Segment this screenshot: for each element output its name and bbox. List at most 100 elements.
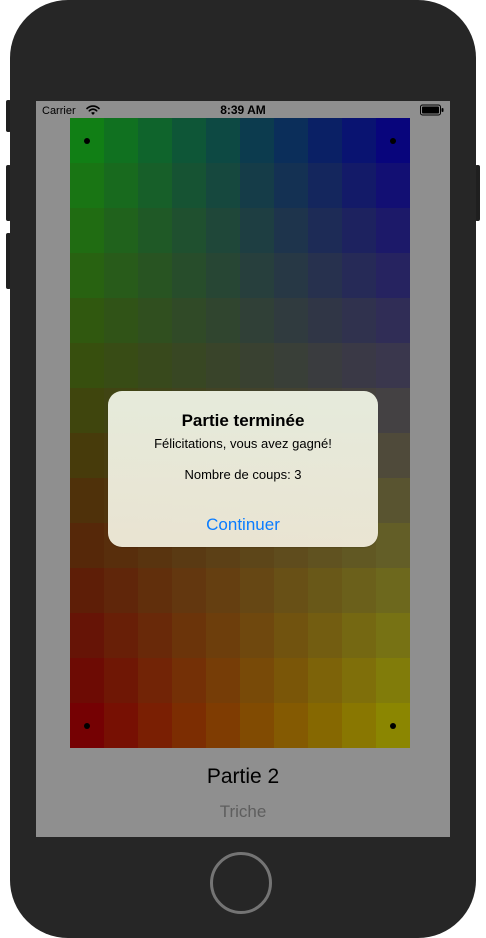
color-tile[interactable]	[104, 658, 138, 703]
color-tile[interactable]	[70, 613, 104, 658]
color-tile[interactable]	[70, 298, 104, 343]
color-tile[interactable]	[70, 568, 104, 613]
color-tile[interactable]	[70, 118, 104, 163]
color-tile[interactable]	[240, 118, 274, 163]
color-tile[interactable]	[376, 118, 410, 163]
color-tile[interactable]	[138, 118, 172, 163]
color-tile[interactable]	[308, 253, 342, 298]
color-tile[interactable]	[172, 703, 206, 748]
color-tile[interactable]	[376, 613, 410, 658]
color-tile[interactable]	[240, 568, 274, 613]
color-tile[interactable]	[376, 478, 410, 523]
color-tile[interactable]	[206, 118, 240, 163]
color-tile[interactable]	[70, 478, 104, 523]
color-tile[interactable]	[308, 208, 342, 253]
color-tile[interactable]	[172, 163, 206, 208]
color-tile[interactable]	[342, 298, 376, 343]
color-tile[interactable]	[172, 253, 206, 298]
color-tile[interactable]	[172, 118, 206, 163]
color-tile[interactable]	[138, 568, 172, 613]
color-tile[interactable]	[172, 568, 206, 613]
color-tile[interactable]	[240, 613, 274, 658]
color-tile[interactable]	[206, 343, 240, 388]
color-tile[interactable]	[308, 703, 342, 748]
color-tile[interactable]	[376, 658, 410, 703]
color-tile[interactable]	[70, 253, 104, 298]
color-tile[interactable]	[172, 208, 206, 253]
color-tile[interactable]	[206, 613, 240, 658]
color-tile[interactable]	[274, 658, 308, 703]
color-tile[interactable]	[206, 568, 240, 613]
color-tile[interactable]	[70, 433, 104, 478]
color-tile[interactable]	[240, 208, 274, 253]
color-tile[interactable]	[240, 703, 274, 748]
color-tile[interactable]	[376, 298, 410, 343]
color-tile[interactable]	[104, 208, 138, 253]
color-tile[interactable]	[70, 208, 104, 253]
color-tile[interactable]	[70, 523, 104, 568]
color-tile[interactable]	[104, 703, 138, 748]
color-tile[interactable]	[376, 253, 410, 298]
color-tile[interactable]	[172, 298, 206, 343]
color-tile[interactable]	[104, 568, 138, 613]
color-tile[interactable]	[138, 208, 172, 253]
color-tile[interactable]	[342, 163, 376, 208]
continue-button[interactable]: Continuer	[108, 503, 378, 547]
color-tile[interactable]	[342, 613, 376, 658]
color-tile[interactable]	[274, 253, 308, 298]
color-tile[interactable]	[138, 343, 172, 388]
color-tile[interactable]	[172, 658, 206, 703]
color-tile[interactable]	[206, 208, 240, 253]
color-tile[interactable]	[240, 298, 274, 343]
color-tile[interactable]	[206, 253, 240, 298]
color-tile[interactable]	[342, 208, 376, 253]
color-tile[interactable]	[376, 343, 410, 388]
color-tile[interactable]	[274, 118, 308, 163]
color-tile[interactable]	[240, 658, 274, 703]
color-tile[interactable]	[308, 568, 342, 613]
color-tile[interactable]	[104, 298, 138, 343]
color-tile[interactable]	[342, 118, 376, 163]
color-tile[interactable]	[342, 568, 376, 613]
color-tile[interactable]	[70, 658, 104, 703]
color-tile[interactable]	[308, 163, 342, 208]
cheat-button[interactable]: Triche	[213, 801, 273, 823]
color-tile[interactable]	[376, 523, 410, 568]
color-tile[interactable]	[308, 613, 342, 658]
color-tile[interactable]	[70, 388, 104, 433]
color-tile[interactable]	[138, 658, 172, 703]
color-tile[interactable]	[240, 163, 274, 208]
color-tile[interactable]	[342, 703, 376, 748]
color-tile[interactable]	[138, 298, 172, 343]
color-tile[interactable]	[274, 343, 308, 388]
color-tile[interactable]	[376, 163, 410, 208]
color-tile[interactable]	[376, 703, 410, 748]
color-tile[interactable]	[274, 298, 308, 343]
color-tile[interactable]	[172, 343, 206, 388]
color-tile[interactable]	[274, 613, 308, 658]
color-tile[interactable]	[342, 658, 376, 703]
color-tile[interactable]	[138, 613, 172, 658]
color-tile[interactable]	[308, 343, 342, 388]
color-tile[interactable]	[342, 253, 376, 298]
color-tile[interactable]	[342, 343, 376, 388]
color-tile[interactable]	[206, 298, 240, 343]
color-tile[interactable]	[206, 703, 240, 748]
color-tile[interactable]	[308, 298, 342, 343]
color-tile[interactable]	[206, 658, 240, 703]
color-tile[interactable]	[104, 253, 138, 298]
color-tile[interactable]	[240, 253, 274, 298]
color-tile[interactable]	[70, 703, 104, 748]
color-tile[interactable]	[138, 253, 172, 298]
color-tile[interactable]	[376, 208, 410, 253]
color-tile[interactable]	[376, 433, 410, 478]
color-tile[interactable]	[138, 703, 172, 748]
color-tile[interactable]	[240, 343, 274, 388]
color-tile[interactable]	[376, 568, 410, 613]
color-tile[interactable]	[138, 163, 172, 208]
color-tile[interactable]	[70, 163, 104, 208]
color-tile[interactable]	[70, 343, 104, 388]
color-tile[interactable]	[104, 163, 138, 208]
color-tile[interactable]	[308, 118, 342, 163]
color-tile[interactable]	[104, 343, 138, 388]
